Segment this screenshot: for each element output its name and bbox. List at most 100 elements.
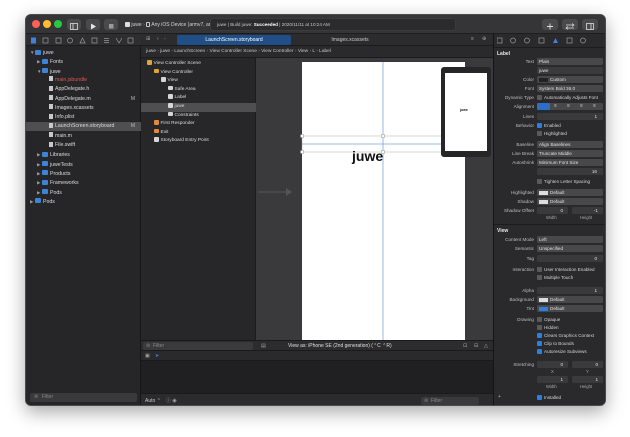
resolve-icon[interactable]: △ <box>484 344 488 349</box>
breadcrumb-item[interactable]: LaunchScreen <box>174 49 205 54</box>
lines-stepper[interactable]: 1 <box>537 113 603 120</box>
zoom-window-button[interactable] <box>54 20 62 28</box>
file-item[interactable]: Images.xcassets <box>26 104 141 113</box>
highlighted-color-select[interactable]: Default <box>537 189 603 196</box>
tag-stepper[interactable]: 0 <box>537 255 603 262</box>
highlighted-checkbox[interactable] <box>537 131 542 136</box>
breadcrumb-item[interactable]: View Controller <box>261 49 293 54</box>
hide-debug-icon[interactable]: ▣ <box>145 353 150 359</box>
outline-item[interactable]: juwe <box>141 103 256 112</box>
tint-select[interactable]: Default <box>537 305 603 312</box>
enabled-checkbox[interactable] <box>537 123 542 128</box>
file-item[interactable]: main.jsbundle <box>26 76 141 85</box>
tab-launchscreen[interactable]: LaunchScreen.storyboard <box>177 35 291 45</box>
autoresize-checkbox[interactable] <box>537 349 542 354</box>
outline-item[interactable]: Label <box>141 94 256 103</box>
shadow-height-stepper[interactable]: -1 <box>572 207 603 214</box>
color-select[interactable]: Custom <box>537 76 603 83</box>
tab-images[interactable]: Images.xcassets <box>293 35 407 45</box>
align-left-icon[interactable] <box>537 103 550 110</box>
folder-item[interactable]: ▼ juwe <box>26 48 141 57</box>
file-item[interactable]: Info.plist <box>26 113 141 122</box>
outline-item[interactable]: Storyboard Entry Point <box>141 137 256 146</box>
file-item[interactable]: LaunchScreen.storyboard M <box>26 122 141 132</box>
device-config-button[interactable]: View as: iPhone SE (2nd generation) (⌃C … <box>288 344 392 349</box>
folder-item[interactable]: ▶ Fonts <box>26 57 141 66</box>
baseline-select[interactable]: Align Baselines <box>537 141 603 148</box>
outline-item[interactable]: View Controller Scene <box>141 60 256 69</box>
align-icon[interactable]: ⊟ <box>474 344 478 349</box>
clip-bounds-checkbox[interactable] <box>537 341 542 346</box>
file-item[interactable]: AppDelegate.h <box>26 85 141 94</box>
outline-item[interactable]: Constraints <box>141 111 256 121</box>
outline-filter[interactable]: ⊜ Filter <box>143 342 253 350</box>
back-icon[interactable]: ‹ <box>157 37 159 42</box>
text-content-field[interactable]: juwe <box>537 67 603 74</box>
outline-item[interactable]: Safe Area <box>141 85 256 95</box>
breadcrumb-item[interactable]: juwe <box>146 49 156 54</box>
folder-item[interactable]: ▶ Libraries <box>26 150 141 159</box>
alignment-segmented[interactable]: ≡ ≡ ≡ ≡ <box>537 103 603 110</box>
min-font-stepper[interactable]: 16 <box>537 168 603 175</box>
installed-checkbox[interactable] <box>537 395 542 400</box>
toggle-outline-icon[interactable]: ▤ <box>261 344 266 349</box>
debug-console[interactable] <box>141 361 493 393</box>
folder-item[interactable]: ▶ Pods <box>26 197 141 206</box>
outline-item[interactable]: Exit <box>141 128 256 138</box>
clears-graphics-checkbox[interactable] <box>537 333 542 338</box>
outline-item[interactable]: View <box>141 77 256 86</box>
tighten-checkbox[interactable] <box>537 179 542 184</box>
hidden-checkbox[interactable] <box>537 325 542 330</box>
breadcrumb-item[interactable]: View <box>298 49 308 54</box>
grid-icon[interactable]: ⊞ <box>146 37 150 42</box>
inspector-tabs[interactable] <box>497 37 605 44</box>
folder-item[interactable]: ▶ Frameworks <box>26 178 141 187</box>
user-interaction-checkbox[interactable] <box>537 267 542 272</box>
file-item[interactable]: main.m <box>26 132 141 141</box>
align-center-icon[interactable]: ≡ <box>554 104 557 109</box>
folder-item[interactable]: ▶ juweTests <box>26 160 141 169</box>
align-right-icon[interactable]: ≡ <box>567 104 570 109</box>
breadcrumb-item[interactable]: Label <box>319 49 331 54</box>
breadcrumb-item[interactable]: juwe <box>160 49 170 54</box>
font-field[interactable]: System Bold 36.0 <box>537 85 603 92</box>
breadcrumb-item[interactable]: View Controller Scene <box>209 49 256 54</box>
file-item[interactable]: File.swift <box>26 141 141 150</box>
semantic-select[interactable]: Unspecified <box>537 245 603 252</box>
navigator-filter[interactable]: ⊜ Filter <box>30 393 137 402</box>
code-review-button[interactable] <box>562 19 578 30</box>
alpha-stepper[interactable]: 1 <box>537 287 603 294</box>
console-filter[interactable]: ⊜ Filter <box>421 397 479 405</box>
interface-builder-canvas[interactable]: juwe juwe <box>256 58 493 340</box>
scheme-selector[interactable]: juwe › Any iOS Device (armv7, arm64) <box>125 22 222 28</box>
align-natural-icon[interactable]: ≡ <box>593 104 596 109</box>
multiple-touch-checkbox[interactable] <box>537 275 542 280</box>
add-variation-icon[interactable]: + <box>498 395 501 400</box>
forward-icon[interactable]: › <box>164 37 166 42</box>
library-button[interactable] <box>542 19 558 30</box>
juwe-label[interactable]: juwe <box>352 149 383 163</box>
stop-button[interactable] <box>104 19 118 30</box>
add-editor-icon[interactable]: ⊕ <box>482 37 486 42</box>
shadow-width-stepper[interactable]: 0 <box>537 207 568 214</box>
stretch-y-stepper[interactable]: 0 <box>572 361 603 368</box>
opaque-checkbox[interactable] <box>537 317 542 322</box>
align-justify-icon[interactable]: ≡ <box>580 104 583 109</box>
background-select[interactable]: Default <box>537 296 603 303</box>
shadow-select[interactable]: Default <box>537 198 603 205</box>
run-button[interactable] <box>86 19 100 30</box>
minimize-window-button[interactable] <box>43 20 51 28</box>
folder-item[interactable]: ▶ Pods <box>26 188 141 197</box>
folder-item[interactable]: ▼ juwe <box>26 67 141 76</box>
outline-item[interactable]: First Responder <box>141 120 256 129</box>
toggle-inspector-button[interactable] <box>582 19 598 30</box>
text-type-select[interactable]: Plain <box>537 58 603 65</box>
toggle-navigator-button[interactable] <box>67 19 81 30</box>
file-item[interactable]: AppDelegate.m M <box>26 95 141 104</box>
update-frames-icon[interactable]: ⊡ <box>463 344 467 349</box>
editor-options-icon[interactable]: ≡ <box>471 37 474 42</box>
stretch-x-stepper[interactable]: 0 <box>537 361 568 368</box>
autoshrink-select[interactable]: Minimum Font Size <box>537 159 603 166</box>
stretch-height-stepper[interactable]: 1 <box>572 376 603 383</box>
auto-adjust-checkbox[interactable] <box>537 95 542 100</box>
